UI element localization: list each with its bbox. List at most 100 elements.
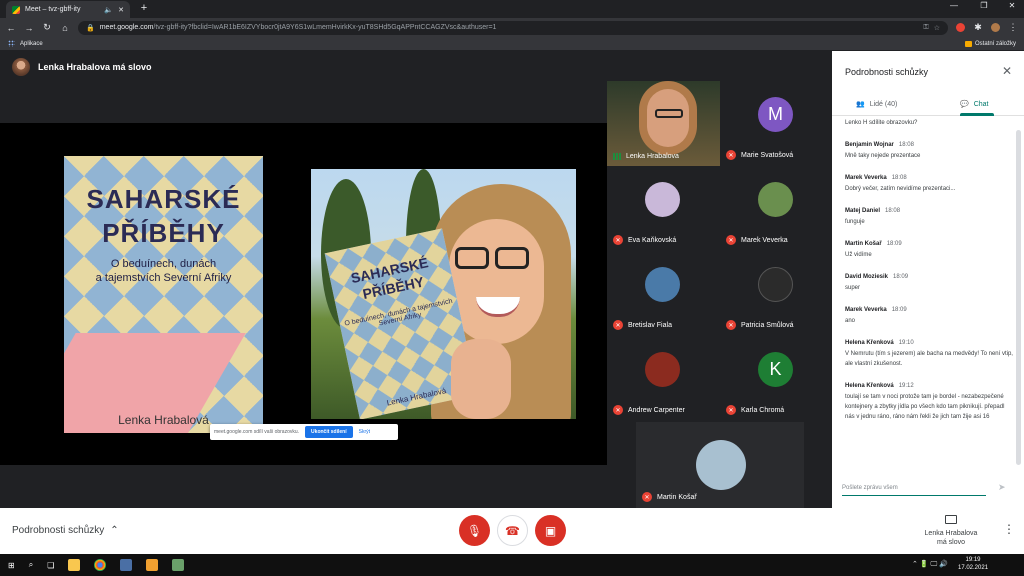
- mic-toggle-button[interactable]: 🎙: [459, 515, 490, 546]
- maximize-button[interactable]: ❐: [974, 1, 994, 10]
- share-notice: meet.google.com sdílí vaši obrazovku.: [214, 429, 300, 435]
- message-time: 18:08: [885, 208, 901, 214]
- url-host: meet.google.com: [99, 24, 154, 31]
- home-icon[interactable]: ⌂: [60, 23, 70, 33]
- mic-off-icon: ✕: [726, 150, 736, 160]
- avatar: [645, 352, 680, 387]
- book-title-line1: SAHARSKÉ: [86, 184, 241, 214]
- participant-tile[interactable]: ✕ Patricia Smůlová: [720, 251, 832, 336]
- chat-message: Marek Veverka 18:09 ano: [845, 307, 1013, 326]
- avatar: M: [758, 97, 793, 132]
- chat-message: David Moziesik 18:09 super: [845, 274, 1013, 293]
- app-icon[interactable]: [172, 559, 185, 571]
- puzzle-icon[interactable]: ✱: [973, 22, 983, 33]
- participant-tile[interactable]: ✕ Andrew Carpenter: [607, 336, 719, 421]
- avatar: [758, 267, 793, 302]
- message-author: David Moziesik: [845, 274, 889, 280]
- leave-call-button[interactable]: ☎: [497, 515, 528, 546]
- active-tab-indicator: [960, 113, 994, 116]
- participant-tile[interactable]: ✕ Marek Veverka: [720, 166, 832, 251]
- avatar: [645, 267, 680, 302]
- message-time: 19:12: [898, 383, 914, 389]
- tab-people[interactable]: 👥 Lidé (40): [856, 92, 897, 116]
- chat-input[interactable]: Pošlete zprávu všem: [842, 482, 986, 496]
- meeting-details-button[interactable]: Podrobnosti schůzky ⌃: [12, 525, 119, 536]
- app-icon[interactable]: [146, 559, 159, 571]
- taskbar: ⊞ ⌕ ❏: [0, 554, 1024, 576]
- new-tab-button[interactable]: +: [137, 2, 151, 14]
- message-author: Helena Křenková: [845, 340, 894, 346]
- participant-tile[interactable]: K ✕ Karla Chromá: [720, 336, 832, 421]
- reload-icon[interactable]: ↻: [42, 22, 52, 33]
- participant-tile[interactable]: ✕ Bretislav Fiala: [607, 251, 719, 336]
- panel-title: Podrobnosti schůzky: [845, 67, 929, 77]
- file-explorer-icon[interactable]: [68, 559, 81, 571]
- more-options-icon[interactable]: ⋮: [1003, 522, 1015, 536]
- participant-tile[interactable]: ✕ Martin Košař: [636, 422, 804, 508]
- camera-off-icon: ▣: [544, 523, 557, 538]
- task-view-icon[interactable]: ❏: [47, 561, 54, 570]
- search-icon[interactable]: ⌕: [29, 560, 33, 570]
- bookmark-other-label: Ostatní záložky: [974, 40, 1016, 47]
- participant-name: Patricia Smůlová: [741, 321, 794, 329]
- system-tray[interactable]: ⌃ 🔋 🖵 🔊: [912, 560, 948, 569]
- tab-title: Meet – tvz-gbff-ity: [25, 6, 81, 13]
- participant-tile[interactable]: M ✕ Marie Svatošová: [720, 81, 832, 166]
- chrome-icon[interactable]: [94, 559, 107, 571]
- presentation-status[interactable]: Lenka Hrabalova má slovo: [922, 515, 980, 547]
- mic-off-icon: ✕: [726, 235, 736, 245]
- message-text: ano: [845, 318, 856, 324]
- chat-messages: Lenko H sdílite obrazovku? Benjamin Wojn…: [845, 118, 1013, 463]
- audio-level-icon: [613, 153, 621, 160]
- profile-avatar[interactable]: [991, 23, 1000, 32]
- message-time: 18:08: [898, 142, 914, 148]
- chat-message: Martin Košař 18:09 Už vidíme: [845, 241, 1013, 260]
- present-icon: [945, 515, 957, 524]
- url-path: /tvz-gbff-ity?fbclid=IwAR1bE6IZVYbocr0jt…: [153, 24, 497, 31]
- mic-off-icon: ✕: [613, 405, 623, 415]
- windows-start-icon[interactable]: ⊞: [8, 561, 15, 570]
- participant-name: Eva Kaňkovská: [628, 236, 677, 244]
- hang-up-icon: ☎: [505, 523, 520, 538]
- participant-name: Martin Košař: [657, 493, 697, 501]
- close-icon[interactable]: ✕: [1002, 64, 1012, 78]
- message-text: funguje: [845, 219, 865, 225]
- tab-strip: [0, 0, 1024, 18]
- chat-icon: 💬: [960, 101, 969, 108]
- speaker-banner: Lenka Hrabalova má slovo: [12, 58, 152, 76]
- mic-off-icon: 🎙: [466, 523, 483, 538]
- chat-scrollbar[interactable]: [1016, 130, 1021, 465]
- participant-tile-lenka[interactable]: Lenka Hrabalova: [607, 81, 720, 166]
- minimize-button[interactable]: —: [944, 1, 964, 10]
- message-text: V Nemrutu (tím s jezerem) ale bacha na m…: [845, 351, 1013, 367]
- bookmark-apps[interactable]: Aplikace: [20, 41, 43, 47]
- message-text: super: [845, 285, 861, 291]
- taskbar-clock[interactable]: 19:19 17.02.2021: [958, 556, 988, 572]
- app-icon[interactable]: [120, 559, 133, 571]
- mic-off-icon: ✕: [726, 320, 736, 330]
- book-title-line2: PŘÍBĚHY: [102, 218, 225, 248]
- key-icon[interactable]: ⚿: [923, 24, 928, 32]
- address-bar[interactable]: 🔒 meet.google.com/tvz-gbff-ity?fbclid=Iw…: [78, 20, 948, 35]
- browser-tab[interactable]: Meet – tvz-gbff-ity 🔈 ✕: [6, 1, 130, 18]
- star-icon[interactable]: ☆: [934, 24, 940, 32]
- menu-icon[interactable]: ⋮: [1008, 22, 1018, 33]
- close-window-button[interactable]: ✕: [1002, 1, 1022, 10]
- mute-tab-icon[interactable]: 🔈: [104, 6, 113, 14]
- bookmark-other[interactable]: Ostatní záložky: [964, 40, 1016, 47]
- chevron-up-icon: ⌃: [110, 525, 119, 536]
- hide-button[interactable]: Skrýt: [359, 429, 370, 435]
- close-tab-icon[interactable]: ✕: [118, 6, 124, 14]
- send-icon[interactable]: ➤: [998, 482, 1006, 493]
- forward-icon[interactable]: →: [24, 23, 34, 33]
- stop-sharing-button[interactable]: Ukončit sdílení: [305, 426, 353, 438]
- mic-off-icon: ✕: [613, 235, 623, 245]
- extension-icon[interactable]: [956, 23, 965, 32]
- mic-off-icon: ✕: [726, 405, 736, 415]
- message-text: Lenko H sdílite obrazovku?: [845, 120, 918, 126]
- camera-toggle-button[interactable]: ▣: [535, 515, 566, 546]
- book-cover: SAHARSKÉ PŘÍBĚHY O beduínech, dunách a t…: [64, 156, 263, 433]
- back-icon[interactable]: ←: [6, 23, 16, 33]
- participant-tile[interactable]: ✕ Eva Kaňkovská: [607, 166, 719, 251]
- tab-people-label: Lidé (40): [869, 100, 898, 108]
